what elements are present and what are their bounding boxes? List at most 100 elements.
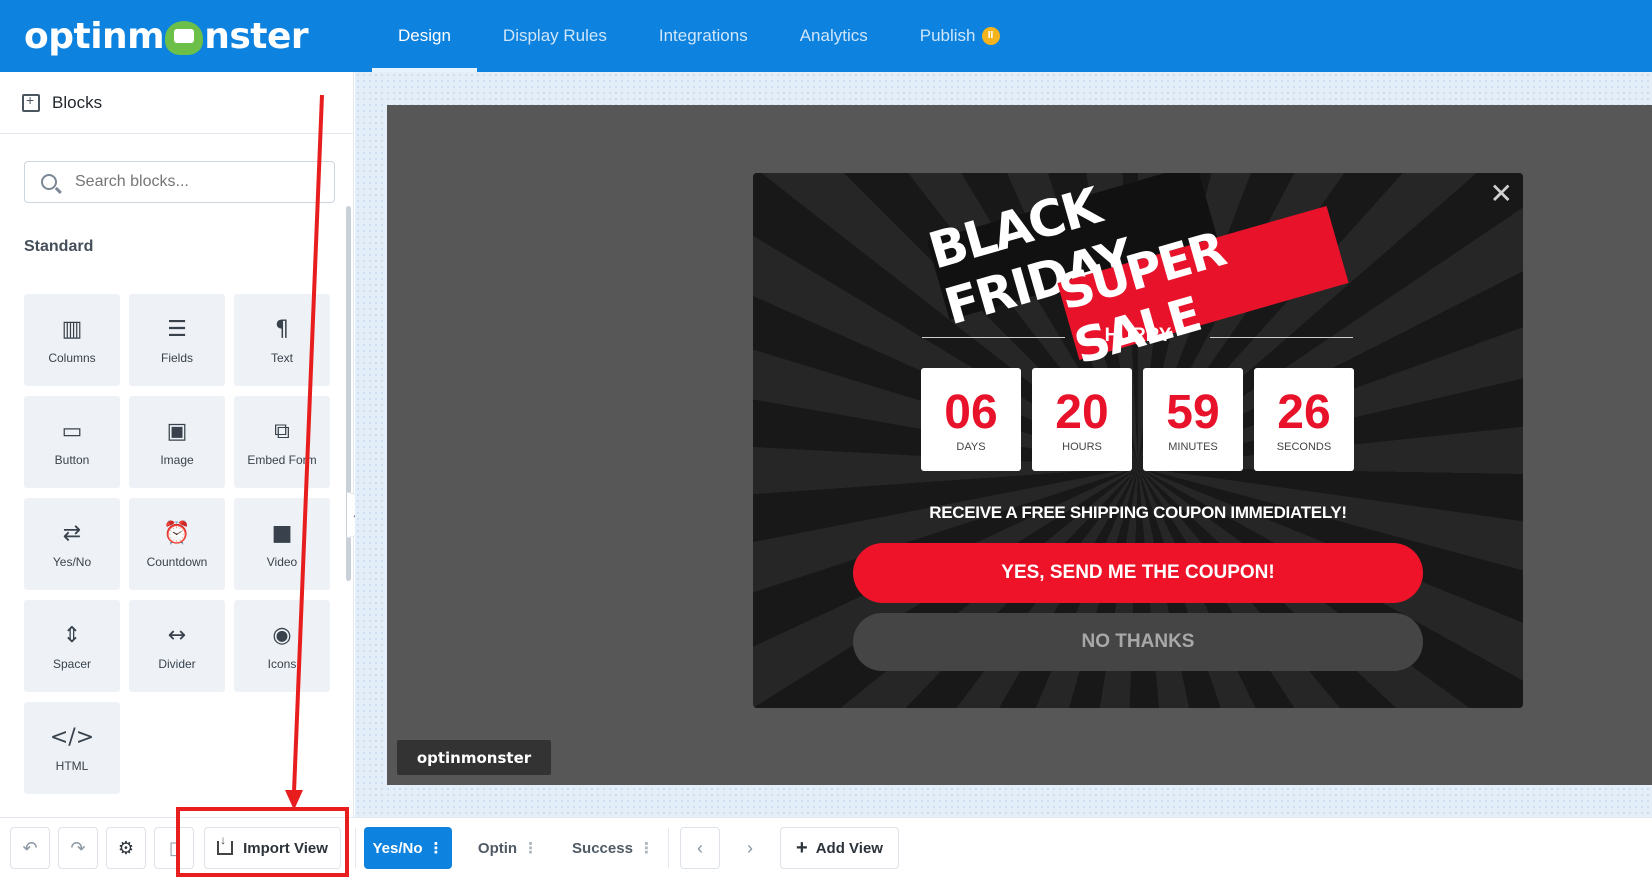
countdown-timer[interactable]: 06 DAYS 20 HOURS 59 MINUTES 26 SECONDS — [921, 368, 1365, 471]
undo-icon: ↶ — [22, 837, 38, 858]
gear-icon: ⚙ — [117, 837, 135, 858]
tab-publish-label: Publish — [919, 26, 976, 45]
video-icon: ■ — [271, 521, 293, 546]
toolbar-divider — [355, 828, 356, 868]
countdown-value: 20 — [1055, 385, 1109, 439]
close-icon[interactable]: ✕ — [1490, 177, 1513, 210]
block-tile-spacer[interactable]: ⇕ Spacer — [24, 600, 120, 692]
heart-icon: ◉ — [272, 623, 292, 648]
redo-icon: ↷ — [70, 837, 86, 858]
tab-design[interactable]: Design — [372, 0, 477, 72]
tab-display-rules[interactable]: Display Rules — [477, 0, 633, 72]
block-tile-button[interactable]: ▭ Button — [24, 396, 120, 488]
chevron-right-icon: › — [747, 837, 753, 858]
chevron-left-icon: ‹ — [697, 837, 703, 858]
more-options-icon[interactable]: ⋮ — [639, 839, 654, 857]
tab-publish[interactable]: Publish II — [894, 0, 1026, 72]
block-tile-label: HTML — [55, 759, 89, 773]
countdown-seconds: 26 SECONDS — [1254, 368, 1354, 471]
previous-view-button[interactable]: ‹ — [680, 827, 720, 869]
redo-button[interactable]: ↷ — [58, 827, 98, 869]
more-options-icon[interactable]: ⋮ — [429, 839, 444, 857]
block-tile-label: Columns — [48, 351, 96, 365]
columns-icon: ▥ — [61, 317, 83, 342]
more-options-icon[interactable]: ⋮ — [523, 839, 538, 857]
block-tile-label: Button — [54, 453, 90, 467]
countdown-value: 06 — [944, 385, 998, 439]
block-tile-label: Embed Form — [247, 453, 317, 467]
block-tile-image[interactable]: ▣ Image — [129, 396, 225, 488]
block-tile-label: Image — [160, 453, 194, 467]
countdown-value: 59 — [1166, 385, 1220, 439]
hurry-text[interactable]: HURRY — [753, 325, 1523, 347]
block-tile-video[interactable]: ■ Video — [234, 498, 330, 590]
yes-no-icon: ⇄ — [62, 521, 82, 546]
add-view-label: Add View — [815, 839, 883, 857]
code-icon: </> — [49, 725, 95, 750]
monster-logo-icon — [165, 21, 204, 55]
tab-design-label: Design — [398, 26, 451, 45]
plus-icon: + — [796, 836, 808, 859]
block-tile-icons[interactable]: ◉ Icons — [234, 600, 330, 692]
add-block-icon — [22, 92, 40, 112]
countdown-unit: SECONDS — [1276, 440, 1332, 453]
pause-status-icon: II — [981, 27, 1000, 45]
block-tile-fields[interactable]: ☰ Fields — [129, 294, 225, 386]
spacer-icon: ⇕ — [62, 623, 82, 648]
offer-text[interactable]: RECEIVE A FREE SHIPPING COUPON IMMEDIATE… — [753, 503, 1523, 523]
annotation-highlight-box — [176, 807, 349, 877]
block-tile-html[interactable]: </> HTML — [24, 702, 120, 794]
view-tab-optin[interactable]: Optin ⋮ — [468, 827, 548, 869]
main-nav: Design Display Rules Integrations Analyt… — [372, 0, 1026, 72]
paragraph-icon: ¶ — [275, 317, 289, 342]
view-tab-success[interactable]: Success ⋮ — [566, 827, 660, 869]
tab-analytics-label: Analytics — [799, 26, 868, 45]
next-view-button[interactable]: › — [728, 827, 772, 869]
block-tile-countdown[interactable]: ⏰ Countdown — [129, 498, 225, 590]
view-tab-label: Yes/No — [372, 839, 423, 857]
block-tile-label: Yes/No — [52, 555, 92, 569]
tab-integrations[interactable]: Integrations — [633, 0, 774, 72]
image-icon: ▣ — [166, 419, 188, 444]
search-input[interactable] — [75, 173, 315, 191]
countdown-unit: MINUTES — [1168, 440, 1218, 453]
view-tab-yes-no[interactable]: Yes/No ⋮ — [364, 827, 452, 869]
clock-icon: ⏰ — [163, 521, 191, 546]
yes-coupon-button[interactable]: YES, SEND ME THE COUPON! — [853, 543, 1423, 603]
search-blocks — [24, 161, 335, 203]
undo-button[interactable]: ↶ — [10, 827, 50, 869]
tab-analytics[interactable]: Analytics — [774, 0, 894, 72]
countdown-minutes: 59 MINUTES — [1143, 368, 1243, 471]
countdown-value: 26 — [1277, 385, 1331, 439]
view-tab-label: Success — [572, 839, 633, 857]
block-tile-label: Text — [270, 351, 293, 365]
powered-by-badge[interactable]: optinmonster — [397, 740, 551, 775]
countdown-unit: DAYS — [956, 440, 986, 453]
block-tile-label: Countdown — [146, 555, 208, 569]
optinmonster-logo[interactable]: optinm nster — [24, 12, 309, 60]
block-tile-text[interactable]: ¶ Text — [234, 294, 330, 386]
settings-button[interactable]: ⚙ — [106, 827, 146, 869]
tab-integrations-label: Integrations — [658, 26, 748, 45]
block-tile-label: Fields — [160, 351, 193, 365]
block-tile-label: Divider — [158, 657, 196, 671]
logo-text-left: optinm — [24, 15, 165, 57]
block-tile-embed-form[interactable]: ⧉ Embed Form — [234, 396, 330, 488]
block-tile-columns[interactable]: ▥ Columns — [24, 294, 120, 386]
embed-form-icon: ⧉ — [274, 419, 290, 444]
top-nav-bar: optinm nster Design Display Rules Integra… — [0, 0, 1652, 72]
sidebar-header: Blocks — [0, 72, 353, 134]
countdown-unit: HOURS — [1062, 440, 1102, 453]
logo-text-right: nster — [204, 15, 309, 57]
blocks-grid: ▥ Columns ☰ Fields ¶ Text ▭ Button ▣ Image ⧉ Embed … — [24, 294, 334, 794]
add-view-button[interactable]: + Add View — [780, 827, 899, 869]
block-tile-divider[interactable]: ↔ Divider — [129, 600, 225, 692]
block-tile-yes-no[interactable]: ⇄ Yes/No — [24, 498, 120, 590]
fields-icon: ☰ — [167, 317, 187, 342]
no-thanks-button[interactable]: NO THANKS — [853, 613, 1423, 671]
campaign-popup[interactable]: ✕ BLACK FRIDAY SUPER SALE HURRY 06 DAYS … — [753, 173, 1523, 708]
blocks-sidebar: Blocks Standard ▥ Columns ☰ Fields ¶ Text ▭ But… — [0, 72, 365, 817]
block-tile-label: Spacer — [52, 657, 92, 671]
divider-right — [1210, 337, 1353, 338]
button-icon: ▭ — [61, 419, 83, 444]
